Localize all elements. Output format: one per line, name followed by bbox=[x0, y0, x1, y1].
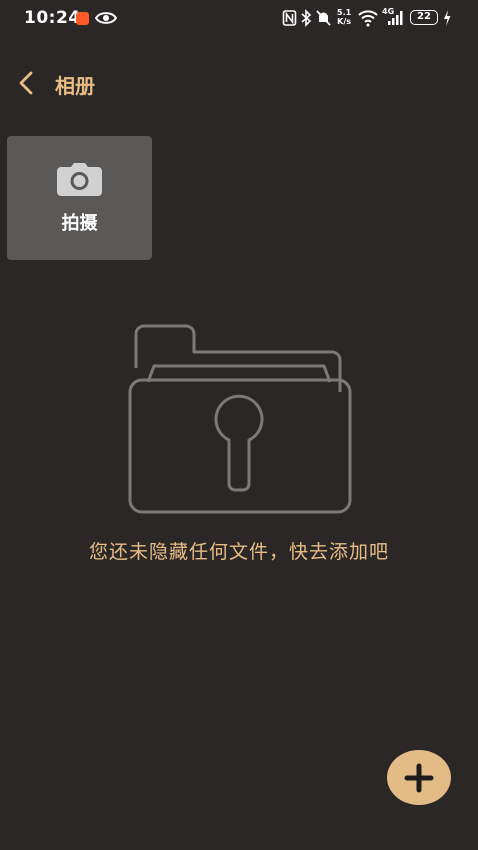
network-speed-unit: K/s bbox=[337, 17, 352, 26]
capture-photo-button[interactable]: 拍摄 bbox=[7, 136, 152, 260]
screen: 10:24 5.1 K/s 4G 22 相册 拍摄 您还未隐藏任何文件，快去添加… bbox=[0, 0, 478, 850]
plus-icon bbox=[404, 763, 434, 793]
mute-bell-icon bbox=[316, 10, 331, 26]
eye-icon bbox=[95, 12, 117, 24]
chevron-left-icon[interactable] bbox=[16, 70, 38, 96]
empty-state-message: 您还未隐藏任何文件，快去添加吧 bbox=[88, 541, 389, 563]
capture-label: 拍摄 bbox=[61, 213, 98, 234]
status-bar: 10:24 5.1 K/s 4G 22 bbox=[0, 0, 478, 38]
page-title: 相册 bbox=[55, 74, 95, 98]
app-notification-icon bbox=[76, 12, 89, 25]
network-speed-value: 5.1 bbox=[337, 8, 352, 17]
locked-folder-icon bbox=[128, 324, 352, 514]
signal-icon bbox=[388, 11, 403, 25]
bluetooth-icon bbox=[301, 9, 312, 27]
add-file-button[interactable] bbox=[387, 750, 451, 805]
nfc-icon bbox=[282, 10, 297, 26]
network-speed: 5.1 K/s bbox=[337, 8, 351, 26]
app-header: 相册 bbox=[0, 58, 478, 108]
battery-level: 22 bbox=[417, 11, 431, 22]
battery-indicator: 22 bbox=[410, 10, 438, 25]
camera-icon bbox=[57, 163, 102, 196]
wifi-icon bbox=[358, 10, 378, 27]
status-time: 10:24 bbox=[24, 8, 81, 28]
charging-icon bbox=[444, 10, 451, 26]
